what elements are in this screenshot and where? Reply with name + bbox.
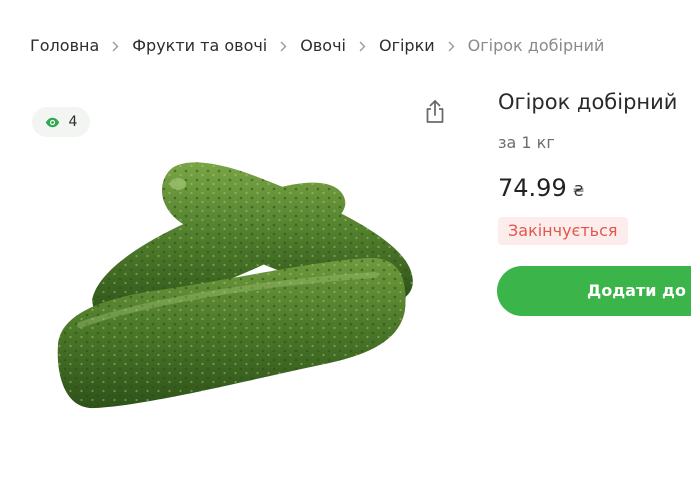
stock-status-badge: Закінчується: [498, 217, 628, 245]
breadcrumb-vegetables[interactable]: Овочі: [300, 36, 346, 56]
views-count: 4: [68, 114, 78, 130]
breadcrumb: Головна Фрукти та овочі Овочі Огірки Огі…: [30, 36, 604, 56]
share-icon: [426, 100, 444, 123]
chevron-right-icon: [112, 41, 119, 52]
chevron-right-icon: [448, 41, 455, 52]
add-to-cart-button[interactable]: Додати до к: [497, 266, 691, 316]
eye-icon: [45, 117, 60, 128]
product-image: [57, 162, 413, 409]
product-unit: за 1 кг: [498, 133, 555, 152]
currency-symbol: ₴: [572, 182, 585, 200]
breadcrumb-current: Огірок добірний: [467, 36, 605, 55]
product-title: Огірок добірний: [498, 90, 678, 114]
breadcrumb-fruits-vegetables[interactable]: Фрукти та овочі: [132, 36, 267, 56]
product-price: 74.99 ₴: [498, 174, 584, 202]
price-value: 74.99: [498, 174, 567, 202]
breadcrumb-home[interactable]: Головна: [30, 36, 99, 56]
views-badge: 4: [32, 107, 90, 137]
chevron-right-icon: [280, 41, 287, 52]
breadcrumb-cucumbers[interactable]: Огірки: [379, 36, 435, 56]
product-page: Головна Фрукти та овочі Овочі Огірки Огі…: [0, 0, 691, 486]
share-button[interactable]: [422, 98, 448, 126]
chevron-right-icon: [359, 41, 366, 52]
